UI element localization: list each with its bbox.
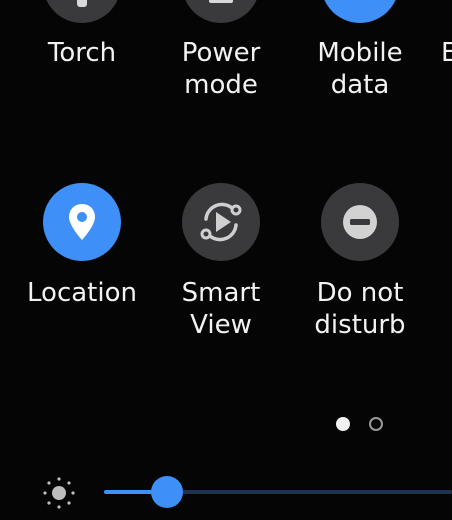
brightness-sun-icon <box>42 476 76 510</box>
brightness-slider-thumb[interactable] <box>151 476 183 508</box>
do-not-disturb-icon[interactable] <box>321 183 399 261</box>
torch-icon[interactable] <box>43 0 121 23</box>
page-dot-next[interactable] <box>369 417 383 431</box>
page-indicator <box>336 417 386 433</box>
page-dot-current[interactable] <box>336 417 350 431</box>
tile-partial-label: E <box>441 38 452 68</box>
tile-torch-label: Torch <box>47 38 117 68</box>
quick-settings-panel: Torch Power mode Mobile data E Location … <box>0 0 452 520</box>
tile-do-not-disturb-label: Do not disturb <box>314 278 406 340</box>
location-pin-icon[interactable] <box>43 183 121 261</box>
mobile-data-icon[interactable] <box>321 0 399 23</box>
tile-smart-view-label: Smart View <box>181 278 261 340</box>
tile-power-mode-label: Power mode <box>181 38 261 100</box>
tile-mobile-data-label: Mobile data <box>317 38 403 100</box>
power-mode-icon[interactable] <box>182 0 260 23</box>
tile-location-label: Location <box>27 278 137 308</box>
smart-view-icon[interactable] <box>182 183 260 261</box>
